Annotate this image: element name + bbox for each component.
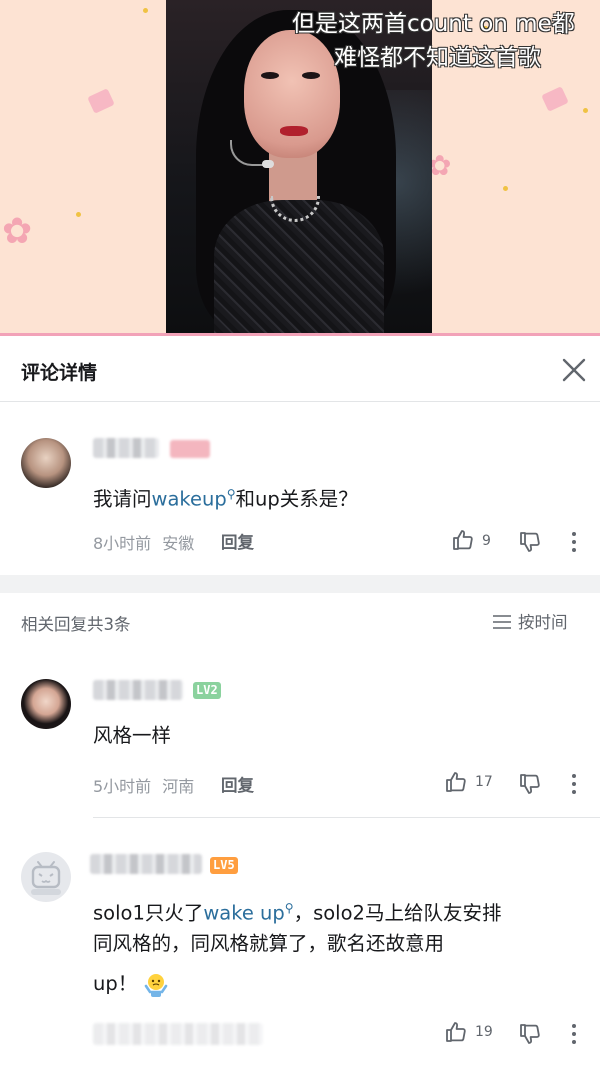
search-link[interactable]: wakeup: [152, 488, 227, 511]
dislike-button[interactable]: [518, 1022, 542, 1050]
level-badge: LV5: [210, 857, 238, 874]
thumbs-down-icon: [520, 1024, 540, 1044]
performer-face: [244, 30, 340, 158]
reply-item: LV2 风格一样 5小时前 河南 回复 17: [0, 660, 600, 820]
close-button[interactable]: [556, 352, 592, 388]
reply-meta-blurred: [93, 1023, 263, 1045]
comment-text-part: 我请问: [93, 487, 152, 511]
shrug-emoji-icon: [145, 973, 168, 997]
more-vertical-icon: [572, 532, 576, 552]
thumbs-up-icon: [453, 530, 473, 550]
performer-eye: [261, 72, 279, 79]
like-button[interactable]: [451, 528, 475, 556]
more-button[interactable]: [564, 1022, 584, 1050]
reply-item: LV5 solo1只火了wake up⚲，solo2马上给队友安排 同风格的，同…: [0, 826, 600, 1082]
more-button[interactable]: [564, 772, 584, 800]
gift-decoration-icon: [541, 86, 569, 112]
sparkle-dot: [143, 8, 148, 13]
thumbs-down-icon: [520, 532, 540, 552]
avatar[interactable]: [21, 852, 71, 902]
page-title: 评论详情: [21, 362, 98, 384]
section-divider: [0, 575, 600, 593]
performer-lips: [280, 126, 308, 136]
more-vertical-icon: [572, 1024, 576, 1044]
sparkle-dot: [503, 186, 508, 191]
thumbs-down-icon: [520, 774, 540, 794]
headset-mic-tip: [262, 160, 274, 168]
reply-text-line-3: up！: [93, 966, 169, 1002]
reply-text-part: solo1只火了: [93, 901, 204, 925]
dislike-button[interactable]: [518, 772, 542, 800]
reply-text-part: ，solo2马上给队友安排: [293, 901, 502, 925]
sort-button[interactable]: 按时间: [492, 609, 568, 633]
comment-text-part: 和up关系是？: [235, 487, 358, 511]
reply-text-line-2: 同风格的，同风格就算了，歌名还故意用: [93, 932, 445, 955]
reply-separator: [93, 817, 600, 818]
username-blurred[interactable]: [93, 680, 183, 700]
close-icon: [562, 358, 586, 382]
like-count: 19: [475, 1024, 493, 1040]
video-subtitle-line-1: 但是这两首count on me都: [292, 11, 575, 37]
dislike-button[interactable]: [518, 530, 542, 558]
more-vertical-icon: [572, 774, 576, 794]
comment-location: 安徽: [162, 534, 195, 553]
reply-time: 5小时前: [93, 777, 152, 796]
like-button[interactable]: [444, 770, 468, 798]
search-icon: ⚲: [226, 487, 236, 501]
performer-eye: [302, 72, 320, 79]
level-badge: LV2: [193, 682, 221, 699]
flower-decoration-icon: ✿: [2, 211, 33, 252]
username-blurred[interactable]: [90, 854, 202, 874]
user-badge-blurred: [170, 440, 210, 458]
reply-text: 风格一样: [93, 724, 172, 747]
comment-time: 8小时前: [93, 534, 152, 553]
comment-text: 我请问wakeup⚲和up关系是？: [93, 476, 358, 518]
tv-mascot-icon: [31, 861, 61, 895]
reply-text-part: up！: [93, 972, 138, 995]
video-subtitle-line-2: 难怪都不知道这首歌: [334, 45, 541, 71]
video-player[interactable]: ✿ ✿ 但是这两首count on me都 难怪都不知道这首歌: [0, 0, 600, 336]
reply-location: 河南: [162, 777, 195, 796]
comment-detail-header: 评论详情: [0, 336, 600, 402]
list-sort-icon: [493, 615, 511, 629]
search-icon: ⚲: [284, 901, 294, 915]
comment-meta: 8小时前 安徽: [93, 530, 194, 554]
like-count: 17: [475, 774, 493, 790]
reply-button[interactable]: 回复: [221, 772, 254, 796]
gift-decoration-icon: [87, 88, 115, 114]
reply-meta: 5小时前 河南: [93, 773, 194, 797]
sort-label: 按时间: [518, 613, 568, 632]
root-comment: 我请问wakeup⚲和up关系是？ 8小时前 安徽 回复 9: [0, 402, 600, 575]
like-button[interactable]: [444, 1020, 468, 1048]
more-button[interactable]: [564, 530, 584, 558]
sparkle-dot: [76, 212, 81, 217]
thumbs-up-icon: [446, 772, 466, 792]
avatar[interactable]: [21, 679, 71, 729]
thumbs-up-icon: [446, 1022, 466, 1042]
like-count: 9: [482, 533, 491, 549]
sparkle-dot: [583, 108, 588, 113]
username-blurred[interactable]: [93, 438, 159, 458]
replies-count-title: 相关回复共3条: [21, 615, 131, 634]
avatar[interactable]: [21, 438, 71, 488]
search-link[interactable]: wake up: [203, 902, 284, 925]
reply-button[interactable]: 回复: [221, 529, 254, 553]
